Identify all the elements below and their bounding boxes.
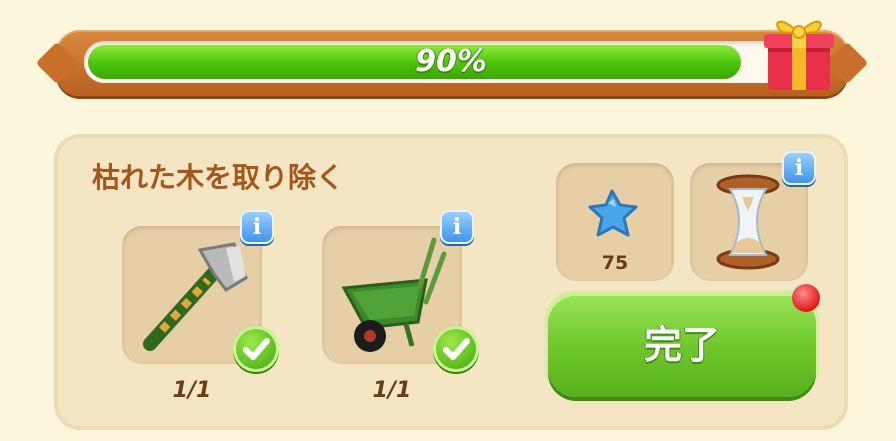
notification-dot bbox=[792, 284, 820, 312]
wheelbarrow-info-button[interactable]: i bbox=[440, 210, 474, 244]
complete-button-label[interactable]: 完了 bbox=[548, 293, 816, 397]
gift-box-icon[interactable] bbox=[762, 8, 836, 94]
blue-star-icon bbox=[588, 189, 638, 237]
rewards-info-button[interactable]: i bbox=[782, 151, 816, 185]
wheelbarrow-complete-check-icon bbox=[433, 326, 479, 372]
star-reward-count: 75 bbox=[601, 252, 629, 274]
wheelbarrow-count: 1/1 bbox=[372, 378, 412, 403]
axe-count: 1/1 bbox=[172, 378, 212, 403]
axe-complete-check-icon bbox=[233, 326, 279, 372]
axe-info-button[interactable]: i bbox=[240, 210, 274, 244]
task-title: 枯れた木を取り除く bbox=[92, 161, 345, 194]
progress-label: 90% bbox=[415, 44, 487, 79]
